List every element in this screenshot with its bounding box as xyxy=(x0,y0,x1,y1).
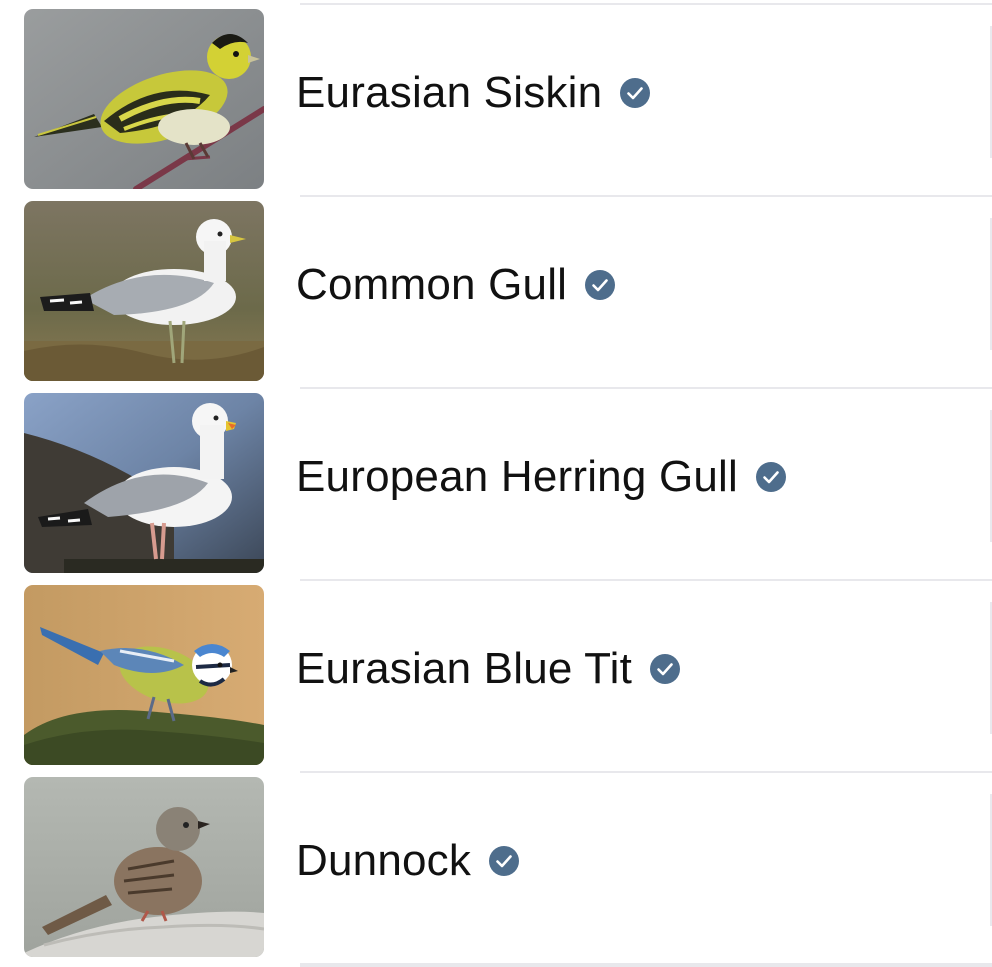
check-badge-icon xyxy=(584,269,616,301)
eurasian-blue-tit-photo xyxy=(24,585,264,765)
species-name: Eurasian Blue Tit xyxy=(296,644,633,693)
row-separator xyxy=(300,3,992,5)
species-name-row: Common Gull xyxy=(296,254,616,316)
species-name-row: European Herring Gull xyxy=(296,446,787,508)
list-item[interactable]: European Herring Gull xyxy=(0,384,992,576)
dunnock-photo xyxy=(24,777,264,957)
list-item[interactable]: Eurasian Blue Tit xyxy=(0,576,992,768)
european-herring-gull-photo xyxy=(24,393,264,573)
list-bottom-separator xyxy=(300,963,992,967)
species-name: Common Gull xyxy=(296,260,568,309)
list-item[interactable]: Common Gull xyxy=(0,192,992,384)
row-separator xyxy=(300,195,992,197)
list-item[interactable]: Eurasian Siskin xyxy=(0,0,992,192)
check-badge-icon xyxy=(488,845,520,877)
row-separator xyxy=(300,771,992,773)
common-gull-photo xyxy=(24,201,264,381)
check-badge-icon xyxy=(755,461,787,493)
species-name: Dunnock xyxy=(296,836,472,885)
row-separator xyxy=(300,387,992,389)
check-badge-icon xyxy=(619,77,651,109)
row-separator xyxy=(300,579,992,581)
species-name: Eurasian Siskin xyxy=(296,68,603,117)
eurasian-siskin-photo xyxy=(24,9,264,189)
list-item[interactable]: Dunnock xyxy=(0,768,992,960)
species-name: European Herring Gull xyxy=(296,452,738,501)
species-list: Eurasian Siskin Common Gull European Her… xyxy=(0,0,992,967)
species-name-row: Eurasian Blue Tit xyxy=(296,638,681,700)
species-name-row: Eurasian Siskin xyxy=(296,62,651,124)
species-name-row: Dunnock xyxy=(296,830,520,892)
check-badge-icon xyxy=(649,653,681,685)
